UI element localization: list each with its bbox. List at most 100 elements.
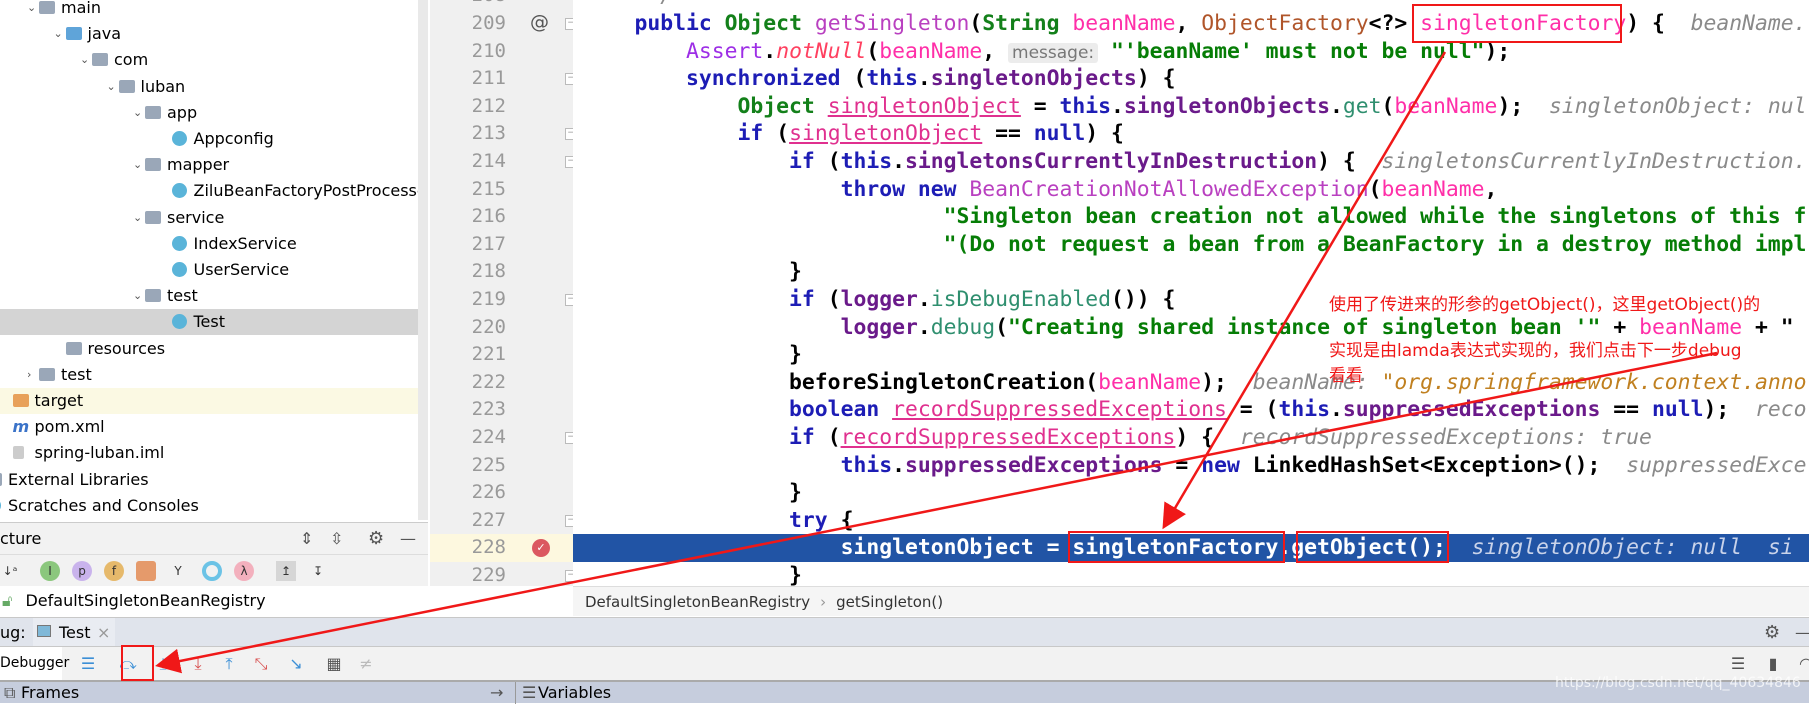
current-execution-line[interactable]: singletonObject = singletonFactory.getOb…: [573, 534, 1809, 562]
chevron-down-icon[interactable]: ⌄: [133, 212, 143, 223]
line-number[interactable]: 215: [430, 176, 506, 204]
tree-item[interactable]: ⌄ com: [0, 47, 418, 73]
line-number[interactable]: 217: [430, 231, 506, 259]
threads-icon[interactable]: ☰: [1727, 653, 1749, 675]
line-number[interactable]: 228: [430, 534, 506, 562]
filter-properties-icon[interactable]: p: [72, 561, 92, 581]
chevron-down-icon[interactable]: ⌄: [133, 159, 143, 170]
line-number[interactable]: 223: [430, 396, 506, 424]
line-number[interactable]: 210: [430, 38, 506, 66]
code-line[interactable]: */: [583, 0, 1809, 10]
line-number[interactable]: 221: [430, 341, 506, 369]
evaluate-expression-icon[interactable]: ▦: [323, 653, 345, 675]
collapse-all-icon[interactable]: ⇳: [330, 523, 343, 555]
filter-fields-icon[interactable]: f: [104, 561, 124, 581]
run-to-cursor-icon[interactable]: ↘: [285, 653, 307, 675]
line-number[interactable]: 227: [430, 507, 506, 535]
sort-alpha-icon[interactable]: ↓ᵃ: [0, 561, 20, 581]
tree-item[interactable]: ⌄ luban: [0, 74, 418, 100]
show-execution-point-icon[interactable]: ☰: [77, 653, 99, 675]
chevron-down-icon[interactable]: ⌄: [133, 290, 143, 301]
autoscroll-to-source-icon[interactable]: ↥: [276, 561, 296, 581]
line-number[interactable]: 219: [430, 286, 506, 314]
code-line[interactable]: }: [583, 562, 1809, 586]
line-number[interactable]: 208: [430, 0, 506, 10]
tree-item[interactable]: ZiluBeanFactoryPostProcessor: [0, 178, 428, 204]
tree-item[interactable]: target: [0, 388, 418, 414]
project-scrollbar[interactable]: [418, 0, 428, 520]
filter-circle-icon[interactable]: [202, 561, 222, 581]
tab-test[interactable]: Test ×: [33, 618, 115, 646]
force-step-into-icon[interactable]: ⤓: [187, 653, 209, 675]
code-line[interactable]: synchronized (this.singletonObjects) {: [583, 65, 1809, 93]
structure-item[interactable]: 🔓︎ DefaultSingletonBeanRegistry: [0, 586, 428, 616]
code-line[interactable]: throw new BeanCreationNotAllowedExceptio…: [583, 176, 1809, 204]
step-into-icon[interactable]: ⤓: [152, 653, 174, 675]
code-line[interactable]: public Object getSingleton(String beanNa…: [583, 10, 1809, 38]
code-line[interactable]: "Singleton bean creation not allowed whi…: [583, 203, 1809, 231]
line-number[interactable]: 212: [430, 93, 506, 121]
tree-item[interactable]: ⌄ test: [0, 283, 418, 309]
filter-lambda-icon[interactable]: λ: [234, 561, 254, 581]
code-line[interactable]: Assert.notNull(beanName, message: "'bean…: [583, 38, 1809, 66]
chevron-down-icon[interactable]: ⌄: [80, 54, 90, 65]
chevron-right-icon[interactable]: ›: [27, 369, 37, 380]
lock-icon[interactable]: [136, 561, 156, 581]
tree-item[interactable]: ⌄ java: [0, 21, 418, 47]
memory-icon[interactable]: ▮: [1762, 653, 1784, 675]
drop-frame-icon[interactable]: ⤡: [250, 653, 272, 675]
minimize-icon[interactable]: —: [400, 523, 416, 555]
step-over-icon[interactable]: ⤼: [117, 653, 139, 675]
line-number[interactable]: 222: [430, 369, 506, 397]
line-number[interactable]: 214: [430, 148, 506, 176]
code-line[interactable]: beforeSingletonCreation(beanName); beanN…: [583, 369, 1809, 397]
tree-item[interactable]: m pom.xml: [0, 414, 418, 440]
override-marker-icon[interactable]: @: [530, 11, 549, 33]
filter-inherited-icon[interactable]: I: [40, 561, 60, 581]
line-number[interactable]: 216: [430, 203, 506, 231]
chevron-down-icon[interactable]: ⌄: [27, 2, 37, 13]
line-number[interactable]: 225: [430, 452, 506, 480]
code-line[interactable]: try {: [583, 507, 1809, 535]
gear-icon[interactable]: ⚙: [368, 523, 384, 555]
code-line[interactable]: boolean recordSuppressedExceptions = (th…: [583, 396, 1809, 424]
tree-item[interactable]: Scratches and Consoles: [0, 493, 418, 519]
line-number[interactable]: 226: [430, 479, 506, 507]
code-line[interactable]: }: [583, 258, 1809, 286]
step-out-icon[interactable]: ⤒: [218, 653, 240, 675]
close-icon[interactable]: ×: [97, 618, 110, 647]
code-line[interactable]: if (recordSuppressedExceptions) { record…: [583, 424, 1809, 452]
chevron-down-icon[interactable]: ⌄: [133, 107, 143, 118]
code-line[interactable]: }: [583, 479, 1809, 507]
tree-item[interactable]: ⌄ mapper: [0, 152, 418, 178]
overhead-icon[interactable]: ◠: [1795, 653, 1809, 675]
expand-all-icon[interactable]: ⇕: [300, 523, 313, 555]
code-line[interactable]: if (singletonObject == null) {: [583, 120, 1809, 148]
chevron-down-icon[interactable]: ⌄: [107, 81, 117, 92]
tree-item[interactable]: › test: [0, 362, 418, 388]
tree-item[interactable]: ⌄ app: [0, 100, 418, 126]
trace-icon[interactable]: ≠: [355, 653, 377, 675]
line-number[interactable]: 209: [430, 10, 506, 38]
gear-icon[interactable]: ⚙: [1764, 618, 1780, 647]
tree-item[interactable]: ⌄ service: [0, 205, 418, 231]
tree-item[interactable]: Appconfig: [0, 126, 418, 152]
tree-item[interactable]: ⌄ main: [0, 0, 418, 21]
line-number[interactable]: 229: [430, 562, 506, 590]
breadcrumb-method[interactable]: getSingleton(): [836, 593, 943, 611]
minimize-icon[interactable]: —: [1795, 618, 1809, 647]
tree-item[interactable]: resources: [0, 336, 418, 362]
tree-item[interactable]: Test: [0, 309, 418, 336]
tree-item[interactable]: IndexService: [0, 231, 418, 257]
line-number[interactable]: 220: [430, 314, 506, 342]
line-number[interactable]: 224: [430, 424, 506, 452]
line-number[interactable]: 218: [430, 258, 506, 286]
code-line[interactable]: "(Do not request a bean from a BeanFacto…: [583, 231, 1809, 259]
code-line[interactable]: this.suppressedExceptions = new LinkedHa…: [583, 452, 1809, 480]
line-number[interactable]: 211: [430, 65, 506, 93]
tree-item[interactable]: External Libraries: [0, 467, 418, 493]
pin-icon[interactable]: →: [490, 682, 503, 704]
autoscroll-from-source-icon[interactable]: ↧: [308, 561, 328, 581]
code-line[interactable]: if (this.singletonsCurrentlyInDestructio…: [583, 148, 1809, 176]
filter-anonymous-icon[interactable]: Y: [168, 561, 188, 581]
